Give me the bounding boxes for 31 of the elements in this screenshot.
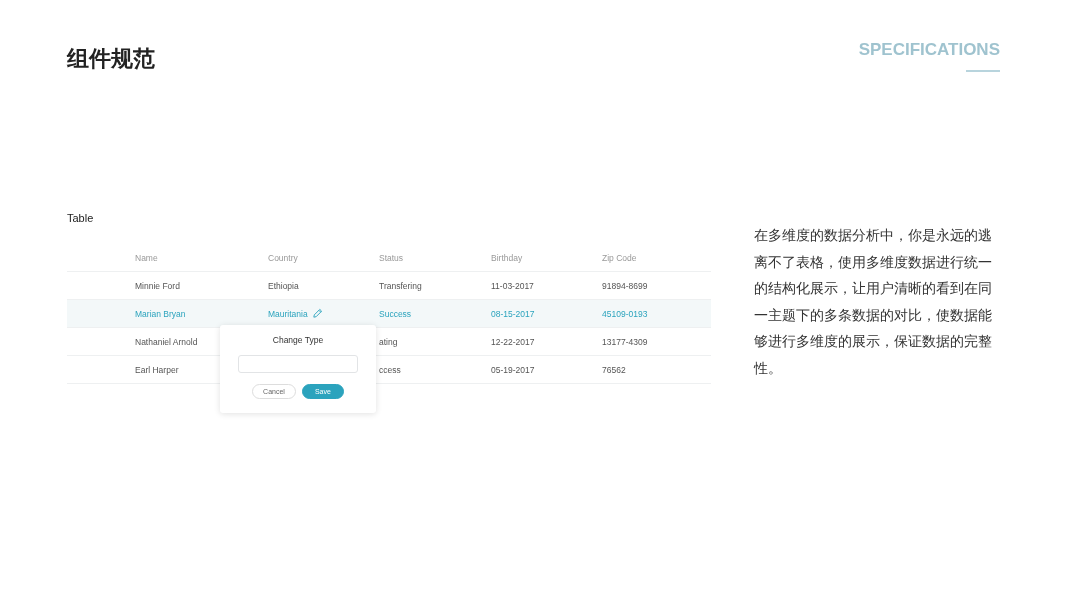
table-cell: 12-22-2017	[491, 336, 535, 347]
table-cell: Mauritania	[268, 308, 308, 319]
edit-icon[interactable]	[311, 308, 323, 319]
description-text: 在多维度的数据分析中，你是永远的逃离不了表格，使用多维度数据进行统一的结构化展示，让用户清晰的看到在同一主题下的多条数据的对比，使数据能够进行多维度的展示，保证数据的完整性。	[754, 226, 993, 378]
table-cell: Marian Bryan	[135, 308, 186, 319]
page-title: 组件规范	[67, 45, 155, 73]
table-cell: 11-03-2017	[491, 280, 534, 291]
table-cell: Transfering	[379, 280, 422, 291]
section-title: Table	[67, 212, 95, 224]
column-header: Country	[268, 252, 299, 263]
table-cell: Success	[379, 308, 412, 319]
column-header: Birthday	[491, 252, 524, 263]
table-cell: Ethiopia	[268, 280, 299, 291]
table-cell: 76562	[602, 364, 626, 375]
input-field[interactable]	[238, 355, 358, 373]
column-header: Status	[379, 252, 405, 263]
table-cell: 91894-8699	[602, 280, 648, 291]
table-cell: Earl Harper	[135, 364, 179, 375]
column-header: Zip Code	[602, 252, 638, 263]
column-header: Name	[135, 252, 159, 263]
tag-underline	[966, 70, 1000, 72]
table-cell: 08-15-2017	[491, 308, 535, 319]
table-cell: ccess	[379, 364, 401, 375]
table-cell: 05-19-2017	[491, 364, 535, 375]
table-cell: Nathaniel Arnold	[135, 336, 198, 347]
table-cell: ating	[379, 336, 398, 347]
section-tag: SPECIFICATIONS	[858, 40, 1000, 60]
table-cell: Minnie Ford	[135, 280, 180, 291]
table-cell: 13177-4309	[602, 336, 648, 347]
popover-title: Change Type	[272, 335, 324, 345]
table-cell: 45109-0193	[602, 308, 648, 319]
